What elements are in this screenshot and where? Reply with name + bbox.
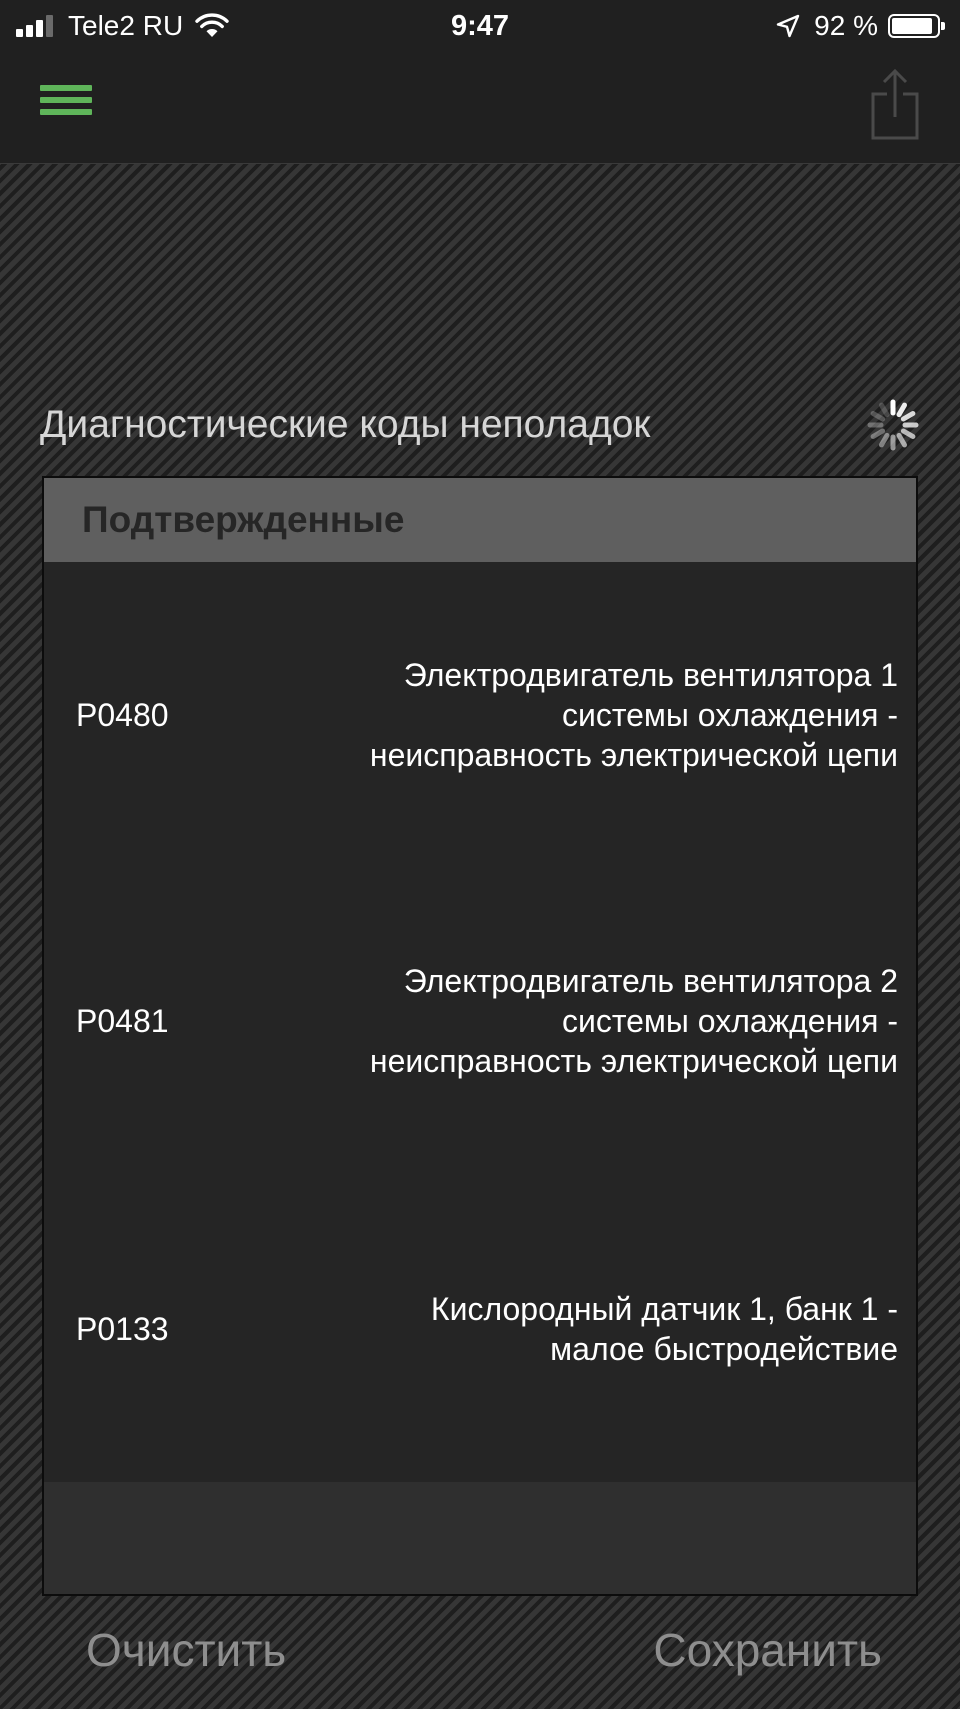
code-description: Электродвигатель вентилятора 2 системы о… <box>369 963 898 1079</box>
dtc-panel: Подтвержденные P0480 Электродвигатель ве… <box>42 476 918 1596</box>
save-button[interactable]: Сохранить <box>653 1620 882 1680</box>
code-row[interactable]: P0480 Электродвигатель вентилятора 1 сис… <box>44 630 916 800</box>
code-id: P0481 <box>76 1002 169 1039</box>
code-description: Кислородный датчик 1, банк 1 - малое быс… <box>430 1291 898 1367</box>
spinner-icon <box>867 399 919 451</box>
code-description: Электродвигатель вентилятора 1 системы о… <box>369 657 898 773</box>
battery-tip <box>941 22 945 30</box>
clear-button[interactable]: Очистить <box>86 1620 286 1680</box>
status-bar: Tele2 RU 9:47 92 % <box>0 0 960 55</box>
section-title: Диагностические коды неполадок <box>40 403 651 446</box>
battery-fill <box>892 18 933 34</box>
panel-header-title: Подтвержденные <box>82 499 405 540</box>
battery-percent: 92 % <box>814 10 878 41</box>
battery-icon <box>888 14 945 38</box>
code-id: P0133 <box>76 1310 169 1347</box>
code-row[interactable]: P0481 Электродвигатель вентилятора 2 сис… <box>44 936 916 1106</box>
hamburger-menu-icon[interactable] <box>40 85 92 125</box>
share-icon[interactable] <box>868 67 922 141</box>
code-list[interactable]: P0480 Электродвигатель вентилятора 1 сис… <box>44 562 916 1482</box>
code-id: P0480 <box>76 696 169 733</box>
status-bar-right: 92 % <box>776 8 945 44</box>
panel-header: Подтвержденные <box>44 478 916 562</box>
code-row[interactable]: P0133 Кислородный датчик 1, банк 1 - мал… <box>44 1244 916 1414</box>
nav-bar <box>0 55 960 164</box>
panel-footer <box>44 1482 916 1594</box>
location-arrow-icon <box>776 14 800 38</box>
